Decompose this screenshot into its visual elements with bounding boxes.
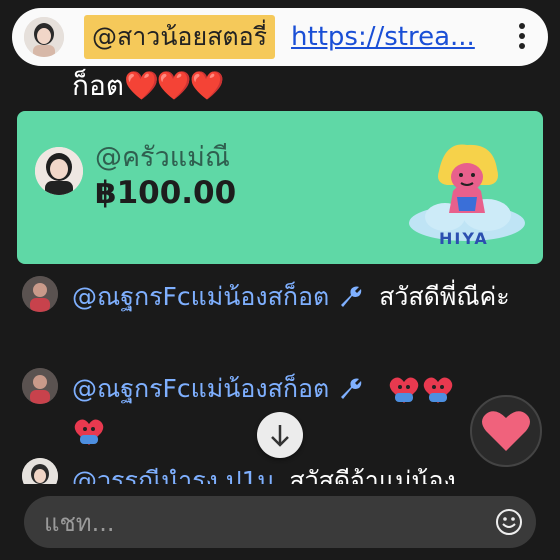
pinned-username: @สาวน้อยสตอรี่ (84, 15, 276, 59)
message-text: สวัสดีจ้าแม่น้อง (289, 466, 456, 484)
wrench-icon (337, 280, 363, 307)
smiley-icon[interactable] (494, 507, 524, 537)
message-username[interactable]: @ณฐกรFcแม่น้องสก็อต (72, 282, 329, 311)
heart-icon (482, 411, 530, 451)
like-button[interactable] (470, 395, 542, 467)
heart-hug-emoji (387, 373, 421, 407)
heart-hug-emoji (72, 415, 106, 449)
more-options-icon[interactable] (518, 23, 526, 51)
super-chat-amount: ฿100.00 (95, 175, 237, 211)
super-chat-username: @ครัวแม่ณี (95, 142, 230, 173)
sticker-label: HIYA (439, 229, 489, 248)
user-avatar (22, 458, 58, 484)
pinned-user-avatar (24, 17, 64, 57)
stream-link[interactable]: https://strea... (291, 22, 475, 52)
partial-message: ก็อต❤️❤️❤️ (72, 64, 225, 108)
chat-input-bar (24, 496, 536, 550)
message-username[interactable]: @วรรณีนำรุง ป1บ (72, 466, 273, 484)
chat-message[interactable]: @ณฐกรFcแม่น้องสก็อต สวัสดีพี่ณีค่ะ (22, 276, 542, 358)
heart-hug-emoji (421, 373, 455, 407)
chat-input[interactable] (42, 496, 476, 550)
super-chat-avatar (35, 147, 83, 195)
message-body: @วรรณีนำรุง ป1บ สวัสดีจ้าแม่น้อง (72, 460, 527, 484)
wrench-icon (337, 372, 363, 399)
pinned-message-bar[interactable]: @สาวน้อยสตอรี่ https://strea... (12, 8, 548, 66)
arrow-down-icon (271, 425, 289, 447)
partial-message-text: ก็อต (72, 69, 124, 102)
message-text: สวัสดีพี่ณีค่ะ (379, 282, 510, 311)
scroll-to-bottom-button[interactable] (257, 412, 303, 458)
message-username[interactable]: @ณฐกรFcแม่น้องสก็อต (72, 374, 329, 403)
message-body: @ณฐกรFcแม่น้องสก็อต สวัสดีพี่ณีค่ะ (72, 276, 527, 318)
user-avatar (22, 368, 58, 404)
hearts-emoji: ❤️❤️❤️ (123, 69, 225, 102)
hiya-sticker: HIYA (405, 131, 529, 253)
super-chat-card[interactable]: @ครัวแม่ณี ฿100.00 HIYA (17, 111, 543, 264)
user-avatar (22, 276, 58, 312)
chat-message[interactable]: @วรรณีนำรุง ป1บ สวัสดีจ้าแม่น้อง (22, 458, 542, 484)
